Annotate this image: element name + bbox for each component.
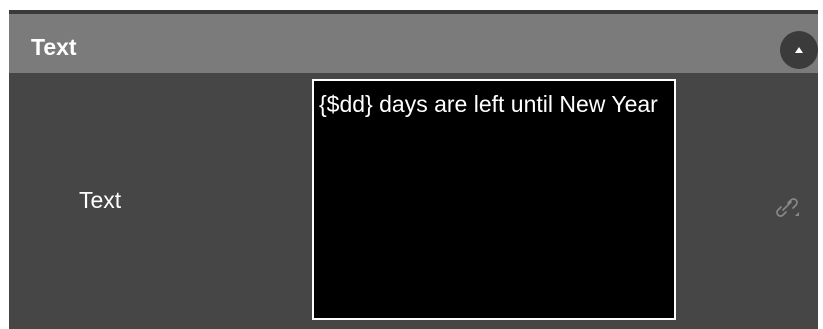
text-field-label: Text [79, 187, 122, 213]
chevron-up-icon [795, 47, 803, 53]
link-button[interactable] [773, 190, 803, 220]
collapse-button[interactable] [780, 31, 818, 69]
panel-title: Text [31, 34, 77, 60]
link-icon [776, 198, 799, 217]
panel-header[interactable]: Text [9, 10, 818, 73]
text-input[interactable]: {$dd} days are left until New Year [312, 79, 676, 320]
text-properties-panel: Text Text {$dd} days are left until New … [9, 10, 818, 329]
